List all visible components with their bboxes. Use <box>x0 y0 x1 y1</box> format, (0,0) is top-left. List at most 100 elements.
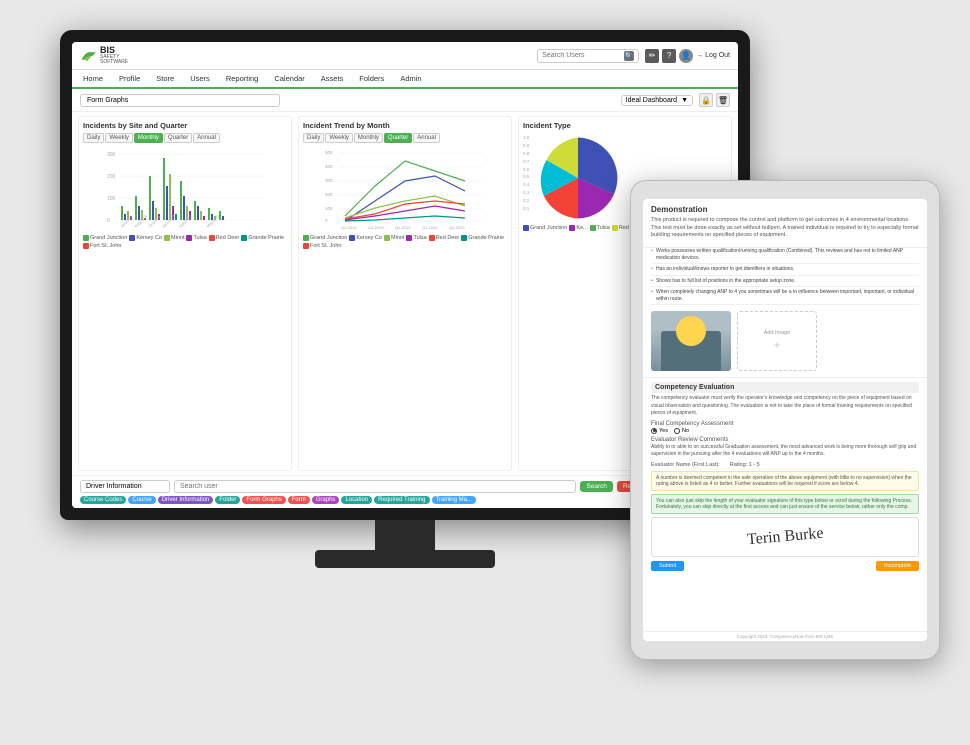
tag-required-training[interactable]: Required Training <box>374 496 429 504</box>
radio-no[interactable]: No <box>674 428 689 434</box>
chart1-tab-monthly[interactable]: Monthly <box>134 133 163 143</box>
svg-text:400: 400 <box>325 164 333 169</box>
tag-course-codes[interactable]: Course Codes <box>80 496 126 504</box>
legend3-kersey: Ke... <box>569 225 587 231</box>
evaluator-comments-label: Evaluator Review Comments <box>651 437 919 443</box>
navbar: Home Profile Store Users Reporting Calen… <box>72 70 738 89</box>
user-avatar-icon[interactable]: 👤 <box>679 49 693 63</box>
svg-text:0: 0 <box>107 218 110 224</box>
dashboard-select[interactable]: Ideal Dashboard ▼ <box>621 95 693 106</box>
tablet-form-row-1: • Works possesses written qualification/… <box>651 248 919 264</box>
nav-item-folders[interactable]: Folders <box>356 72 387 87</box>
search-box[interactable]: 🔍 <box>537 49 639 63</box>
bullet-icon-4: • <box>651 289 653 295</box>
tablet-header-desc: This product is required to compose the … <box>651 217 919 240</box>
delete-icon[interactable]: 🗑 <box>716 93 730 107</box>
tag-form[interactable]: Form <box>288 496 310 504</box>
chart1-tab-daily[interactable]: Daily <box>83 133 104 143</box>
legend2-kersey: Kersey Co <box>349 235 382 241</box>
tablet-content: Demonstration This product is required t… <box>643 199 927 631</box>
edit-icon[interactable]: ✏ <box>645 49 659 63</box>
driver-info-input[interactable]: Driver Information <box>80 480 170 493</box>
legend3-tulsa: Tulsa <box>590 225 610 231</box>
chart1-tab-quarter[interactable]: Quarter <box>164 133 192 143</box>
rating-label: Rating: 1 - 5 <box>730 462 760 468</box>
nav-item-admin[interactable]: Admin <box>397 72 424 87</box>
add-image-label: Add Image <box>764 330 791 336</box>
nav-item-home[interactable]: Home <box>80 72 106 87</box>
search-button[interactable]: Search <box>580 481 613 492</box>
tag-training-ma[interactable]: Training Ma... <box>432 496 476 504</box>
monitor-stand-neck <box>375 520 435 550</box>
legend-grande-prairie: Grande Prairie <box>241 235 284 241</box>
nav-item-assets[interactable]: Assets <box>318 72 347 87</box>
legend2-fort-st-john: Fort St. John <box>303 243 342 249</box>
tag-graphs[interactable]: Graphs <box>312 496 340 504</box>
evaluator-rating-row: Evaluator Name (First Last): Rating: 1 -… <box>651 462 919 468</box>
tablet-form-row-4: • When completely changing ANP to 4 you … <box>651 289 919 305</box>
tag-form-graphs[interactable]: Form Graphs <box>242 496 285 504</box>
line-chart-svg: 500 400 300 200 100 0 <box>303 146 507 231</box>
warning-box: A number is deemed competent in the safe… <box>651 471 919 491</box>
chart2-tab-annual[interactable]: Annual <box>413 133 440 143</box>
logo-text-block: BIS SAFETYSOFTWARE <box>100 46 128 65</box>
tablet-demonstration-title: Demonstration <box>651 205 919 214</box>
nav-item-reporting[interactable]: Reporting <box>223 72 262 87</box>
bullet-icon-1: • <box>651 248 653 254</box>
help-icon[interactable]: ? <box>662 49 676 63</box>
svg-text:300: 300 <box>325 178 333 183</box>
chart1-tab-weekly[interactable]: Weekly <box>105 133 133 143</box>
legend-red-deer: Red Deer <box>209 235 240 241</box>
logo-area: BIS SAFETYSOFTWARE <box>80 46 128 65</box>
chart1-legend: Grand Junction Kersey Co Minot <box>83 235 287 249</box>
search-button[interactable]: 🔍 <box>624 51 634 61</box>
signature-area[interactable]: Terin Burke <box>651 517 919 557</box>
chart2-tab-daily[interactable]: Daily <box>303 133 324 143</box>
lock-icon[interactable]: 🔒 <box>699 93 713 107</box>
monitor-stand-base <box>315 550 495 568</box>
search-input[interactable] <box>542 52 622 59</box>
chart2-title: Incident Trend by Month <box>303 121 507 130</box>
nav-item-profile[interactable]: Profile <box>116 72 143 87</box>
tablet-footer: Copyright 2023. CompetencyNow from BIS L… <box>643 631 927 641</box>
nav-item-calendar[interactable]: Calendar <box>271 72 307 87</box>
final-assessment-label: Final Competency Assessment <box>651 421 919 427</box>
competency-section-title: Competency Evaluation <box>651 382 919 393</box>
dashboard-action-icons: 🔒 🗑 <box>699 93 730 107</box>
svg-text:Q2-2020: Q2-2020 <box>449 225 465 230</box>
tag-driver-info[interactable]: Driver Information <box>158 496 214 504</box>
chart2-tab-weekly[interactable]: Weekly <box>325 133 353 143</box>
svg-text:100: 100 <box>107 196 116 202</box>
radio-yes[interactable]: Yes <box>651 428 668 434</box>
tag-folder[interactable]: Folder <box>215 496 240 504</box>
pie-chart-svg <box>533 133 623 223</box>
legend-tulsa: Tulsa <box>186 235 206 241</box>
legend-kersey-co: Kersey Co <box>129 235 162 241</box>
nav-item-store[interactable]: Store <box>153 72 177 87</box>
legend-fort-st-john: Fort St. John <box>83 243 122 249</box>
logo-sub-text: SAFETYSOFTWARE <box>100 55 128 65</box>
tablet-cancel-button[interactable]: Incomplete <box>876 561 919 571</box>
bis-logo-bird-icon <box>80 49 98 63</box>
chart2-tab-monthly[interactable]: Monthly <box>354 133 383 143</box>
tablet-submit-button[interactable]: Submit <box>651 561 684 571</box>
nav-item-users[interactable]: Users <box>187 72 213 87</box>
form-name-input[interactable]: Form Graphs <box>80 94 280 107</box>
chart2-tab-quarter[interactable]: Quarter <box>384 133 412 143</box>
green-info-box: You can also just skip the length of you… <box>651 494 919 514</box>
chart1-tab-annual[interactable]: Annual <box>193 133 220 143</box>
chart-incidents-by-site: Incidents by Site and Quarter Daily Week… <box>78 116 292 471</box>
tag-course[interactable]: Course <box>128 496 155 504</box>
svg-text:200: 200 <box>107 174 116 180</box>
evaluator-name-label: Evaluator Name (First Last): <box>651 462 720 468</box>
chart2-legend: Grand Junction Kersey Co Minot Tulsa <box>303 235 507 249</box>
final-assessment-radio-row: Yes No <box>651 428 919 434</box>
dashboard-header: Form Graphs Ideal Dashboard ▼ 🔒 🗑 <box>72 89 738 112</box>
add-image-placeholder[interactable]: Add Image + <box>737 311 817 371</box>
tag-location[interactable]: Location <box>341 496 372 504</box>
search-user-input[interactable] <box>174 480 576 493</box>
add-image-plus-icon: + <box>773 338 780 352</box>
logout-button[interactable]: → Log Out <box>696 52 730 59</box>
radio-yes-label: Yes <box>659 428 668 434</box>
dashboard-select-label: Ideal Dashboard <box>626 97 677 104</box>
